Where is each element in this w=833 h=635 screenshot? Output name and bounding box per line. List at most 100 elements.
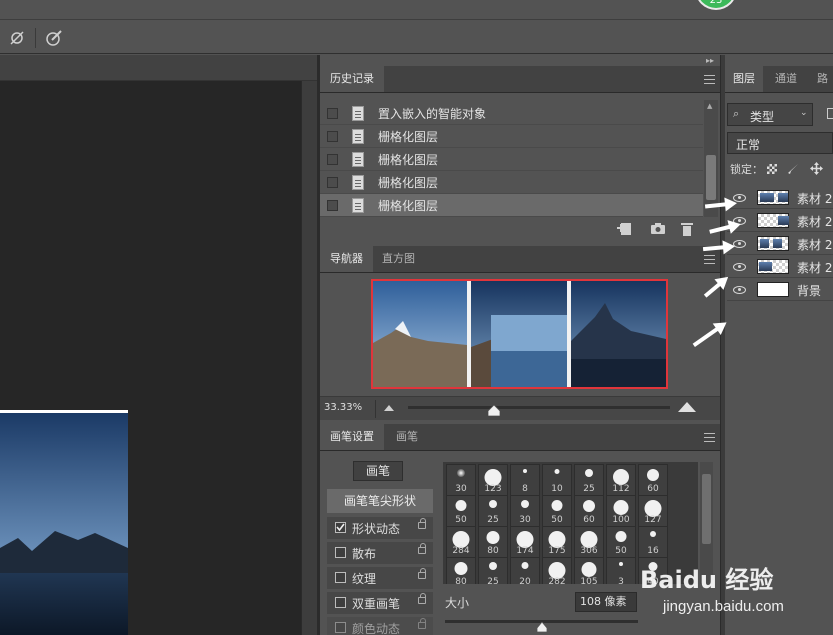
tab-histogram[interactable]: 直方图 — [372, 246, 425, 272]
tab-brush-settings[interactable]: 画笔设置 — [320, 424, 384, 450]
history-scroll-thumb[interactable] — [706, 155, 716, 200]
brush-preset-size: 123 — [484, 484, 502, 494]
history-scrollbar[interactable]: ▲ — [704, 100, 718, 217]
collapse-panels-icon[interactable]: ▸▸ — [706, 56, 714, 65]
brush-preset[interactable]: 80 — [478, 526, 508, 558]
brush-preset[interactable]: 105 — [574, 557, 604, 584]
dual-brush-checkbox[interactable] — [335, 597, 346, 608]
zoom-out-mountain-icon[interactable] — [384, 405, 394, 411]
brush-preset[interactable]: 10 — [542, 464, 572, 496]
lock-icon[interactable] — [418, 543, 426, 554]
tab-layers[interactable]: 图层 — [725, 66, 763, 92]
history-snapshot-checkbox[interactable] — [327, 200, 338, 211]
brush-preset[interactable]: 60 — [638, 464, 668, 496]
brush-preset[interactable]: 174 — [510, 526, 540, 558]
history-snapshot-checkbox[interactable] — [327, 131, 338, 142]
brush-preset[interactable]: 30 — [510, 495, 540, 527]
history-panel-menu-icon[interactable] — [704, 75, 715, 84]
layer-row[interactable]: 素材 23 — [727, 209, 833, 232]
brushes-button[interactable]: 画笔 — [353, 461, 403, 481]
tab-history[interactable]: 历史记录 — [320, 66, 384, 92]
brush-preset[interactable]: 25 — [478, 557, 508, 584]
brush-preset[interactable]: 123 — [478, 464, 508, 496]
history-item[interactable]: 栅格化图层 — [320, 171, 703, 194]
lock-icon[interactable] — [418, 618, 426, 629]
navigator-zoom-value[interactable]: 33.33% — [324, 402, 362, 413]
history-snapshot-checkbox[interactable] — [327, 177, 338, 188]
tab-brushes[interactable]: 画笔 — [386, 424, 428, 450]
brush-preset[interactable]: 20 — [510, 557, 540, 584]
brush-preset[interactable]: 127 — [638, 495, 668, 527]
brush-preset[interactable]: 25 — [478, 495, 508, 527]
brush-grid-scroll-thumb[interactable] — [702, 474, 711, 544]
layer-row-background[interactable]: 背景 — [727, 278, 833, 301]
history-item[interactable]: 置入嵌入的智能对象 — [320, 102, 703, 125]
texture-checkbox[interactable] — [335, 572, 346, 583]
brush-preset[interactable]: 175 — [542, 526, 572, 558]
brush-preset[interactable]: 100 — [606, 495, 636, 527]
history-item[interactable]: 栅格化图层 — [320, 148, 703, 171]
brush-option-scattering[interactable]: 散布 — [327, 542, 433, 564]
new-snapshot-camera-icon[interactable] — [650, 222, 666, 235]
brush-preset[interactable]: 306 — [574, 526, 604, 558]
layer-filter-select[interactable]: ⌕ 类型 ⌄ — [727, 103, 813, 126]
history-snapshot-checkbox[interactable] — [327, 154, 338, 165]
brush-option-color-dynamics[interactable]: 颜色动态 — [327, 617, 433, 635]
shape-dynamics-checkbox[interactable] — [335, 522, 346, 533]
blend-mode-select[interactable]: 正常 — [727, 132, 833, 154]
lock-transparent-pixels-icon[interactable] — [767, 164, 777, 174]
brush-panel-menu-icon[interactable] — [704, 433, 715, 442]
lock-icon[interactable] — [418, 568, 426, 579]
color-dynamics-checkbox[interactable] — [335, 622, 346, 633]
lock-image-pixels-brush-icon[interactable] — [787, 163, 799, 175]
brush-tip-shape-item[interactable]: 画笔笔尖形状 — [327, 489, 433, 513]
tab-paths[interactable]: 路径 — [807, 66, 833, 111]
layer-row[interactable]: 素材 23 — [727, 255, 833, 278]
scattering-checkbox[interactable] — [335, 547, 346, 558]
history-item-selected[interactable]: 栅格化图层 — [320, 194, 703, 217]
tab-navigator[interactable]: 导航器 — [320, 246, 373, 272]
brush-size-slider[interactable] — [445, 620, 638, 632]
scroll-up-icon[interactable]: ▲ — [707, 102, 712, 110]
brush-preset[interactable]: 3 — [606, 557, 636, 584]
filter-pixel-layer-icon[interactable] — [827, 108, 833, 119]
brush-preset[interactable]: 112 — [606, 464, 636, 496]
history-snapshot-checkbox[interactable] — [327, 108, 338, 119]
brush-preset[interactable]: 284 — [446, 526, 476, 558]
eye-icon[interactable] — [733, 286, 746, 294]
brush-preset[interactable]: 80 — [446, 557, 476, 584]
brush-preset[interactable]: 282 — [542, 557, 572, 584]
layer-row[interactable]: 素材 23 — [727, 232, 833, 255]
pressure-brush-icon[interactable] — [44, 28, 64, 48]
eye-icon[interactable] — [733, 263, 746, 271]
brush-preset[interactable]: 8 — [510, 464, 540, 496]
lock-icon[interactable] — [418, 518, 426, 529]
brush-option-shape-dynamics[interactable]: 形状动态 — [327, 517, 433, 539]
brush-preset[interactable]: 60 — [574, 495, 604, 527]
new-document-from-state-icon[interactable] — [617, 222, 633, 236]
lock-position-move-icon[interactable] — [810, 162, 823, 175]
document-canvas[interactable] — [0, 410, 128, 635]
brush-preset[interactable]: 50 — [606, 526, 636, 558]
navigator-panel-menu-icon[interactable] — [704, 255, 715, 264]
zoom-in-mountain-icon[interactable] — [678, 402, 696, 412]
history-item[interactable]: 栅格化图层 — [320, 125, 703, 148]
hide-visibility-icon[interactable] — [8, 29, 26, 47]
brush-preset[interactable]: 16 — [638, 526, 668, 558]
brush-size-slider-thumb[interactable] — [536, 622, 547, 632]
brush-preset[interactable]: 50 — [542, 495, 572, 527]
navigator-zoom-slider-thumb[interactable] — [488, 405, 501, 416]
lock-icon[interactable] — [418, 593, 426, 604]
brush-preset[interactable]: 30 — [446, 464, 476, 496]
brush-option-dual-brush[interactable]: 双重画笔 — [327, 592, 433, 614]
layer-row[interactable]: 素材 24 — [727, 186, 833, 209]
canvas-vertical-scrollbar[interactable] — [301, 81, 317, 635]
brush-preset[interactable]: 25 — [574, 464, 604, 496]
navigator-zoom-slider[interactable] — [408, 405, 670, 416]
brush-option-texture[interactable]: 纹理 — [327, 567, 433, 589]
navigator-preview[interactable] — [371, 279, 668, 389]
brush-preset[interactable]: 50 — [446, 495, 476, 527]
brush-size-input[interactable]: 108 像素 — [575, 592, 637, 612]
tab-channels[interactable]: 通道 — [765, 66, 807, 92]
delete-trash-icon[interactable] — [681, 222, 693, 236]
